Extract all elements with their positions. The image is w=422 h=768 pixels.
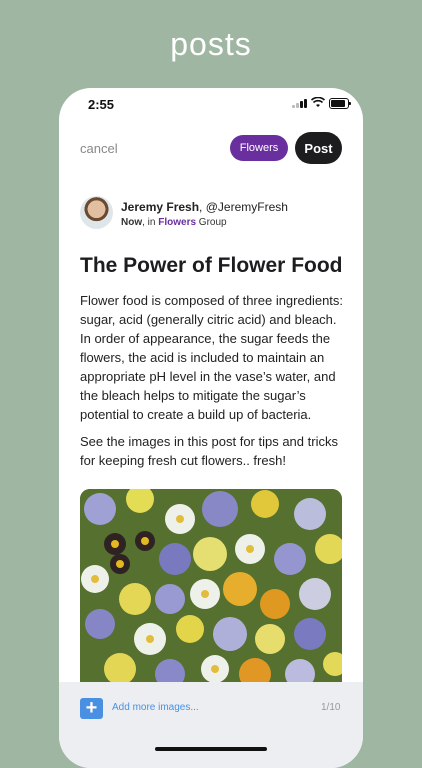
status-bar: 2:55 [59,88,363,122]
cancel-button[interactable]: cancel [80,141,118,156]
battery-icon [329,98,351,109]
group-suffix: Group [196,217,227,228]
post-button[interactable]: Post [295,132,342,164]
add-more-images-button[interactable]: Add more images... [112,702,199,713]
author-handle: , @JeremyFresh [199,200,288,214]
author-line: Jeremy Fresh, @JeremyFresh [121,200,288,214]
cellular-signal-icon [292,99,307,108]
post-body-paragraph-2[interactable]: See the images in this post for tips and… [80,432,346,470]
post-body-paragraph-1[interactable]: Flower food is composed of three ingredi… [80,291,346,424]
meta-in-text: , in [142,217,159,228]
image-counter: 1/10 [321,702,341,713]
avatar [80,196,113,229]
post-image-flowers[interactable] [80,489,342,689]
bottom-toolbar: + Add more images... 1/10 [59,682,363,768]
wifi-icon [311,97,325,107]
plus-icon[interactable]: + [80,698,103,719]
post-title[interactable]: The Power of Flower Food [80,254,343,278]
status-time: 2:55 [88,97,115,112]
screen-caption: posts [170,26,252,62]
group-selector-button[interactable]: Flowers [230,135,288,161]
phone-frame: 2:55 cancel Flowers Post Jeremy Fresh, @… [59,88,363,768]
author-name: Jeremy Fresh [121,200,200,214]
group-link[interactable]: Flowers [158,217,196,228]
home-indicator [155,747,267,751]
post-meta: Now, in Flowers Group [121,217,227,228]
post-time: Now [121,217,143,228]
